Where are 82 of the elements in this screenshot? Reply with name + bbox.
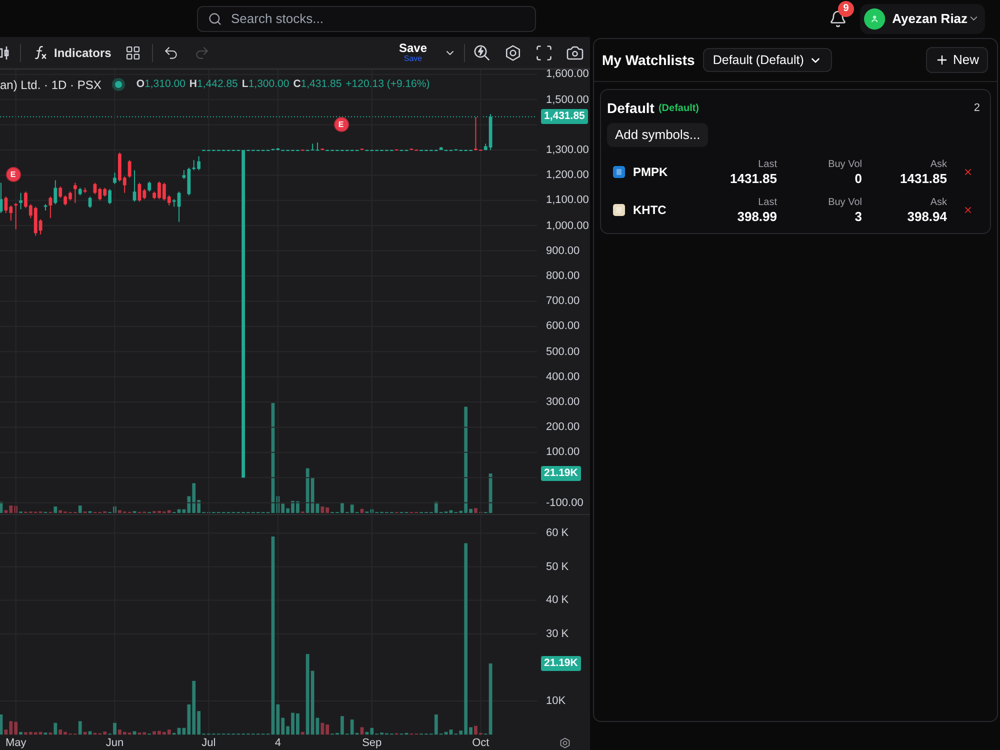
save-button[interactable]: Save Save xyxy=(398,42,427,63)
symbol-name[interactable]: KHTC xyxy=(633,201,666,220)
axis-label: 200.00 xyxy=(546,420,580,434)
search-icon xyxy=(208,12,222,26)
field-label: Last xyxy=(758,158,777,171)
last-price-label: 1,431.85 xyxy=(541,109,588,124)
price-change: +120.13 (+9.16%) xyxy=(346,76,430,92)
time-axis-label: Oct xyxy=(472,736,490,750)
time-axis-label: Jun xyxy=(106,736,124,750)
settings-icon[interactable] xyxy=(559,737,571,749)
axis-label: 1,600.00 xyxy=(546,67,589,82)
event-marker: E xyxy=(334,116,348,132)
time-axis-label: May xyxy=(5,736,26,750)
axis-label: 700.00 xyxy=(546,294,580,308)
new-button[interactable]: New xyxy=(926,47,988,73)
add-symbols-button[interactable]: Add symbols... xyxy=(607,123,708,147)
ohlc-value: L1,300.00 xyxy=(242,76,290,92)
axis-label: 60 K xyxy=(546,526,569,540)
camera-icon[interactable] xyxy=(566,44,584,62)
axis-label: 500.00 xyxy=(546,344,580,359)
company-logo-icon xyxy=(613,204,625,216)
field-value: 398.94 xyxy=(907,208,947,225)
axis-label: 1,500.00 xyxy=(546,92,589,107)
axis-label: 600.00 xyxy=(546,319,580,334)
axis-label: -100.00 xyxy=(546,496,584,510)
symbol-title: an) Ltd. · 1D · PSX xyxy=(0,76,102,94)
time-axis-label: 4 xyxy=(274,736,281,750)
user-menu-button[interactable]: Ayezan Riaz xyxy=(860,4,985,34)
default-tag: (Default) xyxy=(658,100,700,116)
field-label: Ask xyxy=(930,158,947,171)
undo-icon[interactable] xyxy=(163,44,180,60)
axis-label: 900.00 xyxy=(546,244,580,258)
field-label: Last xyxy=(758,196,777,209)
volume-label: 21.19K xyxy=(541,656,581,671)
watchlist-name: Default xyxy=(607,98,654,118)
axis-label: 100.00 xyxy=(546,445,580,460)
axis-label: 800.00 xyxy=(546,269,580,283)
event-marker: E xyxy=(6,166,20,182)
ohlc-value: C1,431.85 xyxy=(293,76,342,92)
company-logo-icon xyxy=(613,166,625,178)
field-label: Buy Vol xyxy=(828,158,862,171)
notification-badge: 9 xyxy=(838,0,854,16)
avatar-icon xyxy=(864,6,886,30)
fullscreen-icon[interactable] xyxy=(535,44,553,62)
axis-label: 1,100.00 xyxy=(546,193,589,208)
status-dot-icon xyxy=(112,78,126,91)
plus-icon xyxy=(934,53,949,67)
remove-icon[interactable] xyxy=(963,167,973,178)
time-axis-label: Sep xyxy=(362,736,382,750)
field-value: 3 xyxy=(854,208,862,225)
field-value: 0 xyxy=(854,170,862,187)
axis-label: 40 K xyxy=(546,593,569,608)
axis-label: 300.00 xyxy=(546,395,580,409)
axis-label: 1,000.00 xyxy=(546,218,589,233)
settings-icon[interactable] xyxy=(504,44,522,62)
watchlist-select[interactable]: Default (Default) xyxy=(702,48,832,72)
function-icon xyxy=(33,45,48,60)
magnifier-bolt-icon[interactable] xyxy=(473,44,491,62)
axis-label: 50 K xyxy=(546,560,569,574)
axis-label: 10K xyxy=(546,694,566,708)
symbol-name[interactable]: PMPK xyxy=(633,163,668,182)
time-axis-label: Jul xyxy=(202,736,216,750)
volume-label: 21.19K xyxy=(541,466,581,481)
remove-icon[interactable] xyxy=(963,205,973,216)
field-value: 1431.85 xyxy=(900,170,947,187)
search-field[interactable]: Search stocks... xyxy=(197,6,536,32)
symbol-count: 2 xyxy=(974,100,980,116)
axis-label: 400.00 xyxy=(546,370,580,384)
layout-grid-icon[interactable] xyxy=(125,44,142,60)
field-label: Ask xyxy=(930,196,947,209)
field-label: Buy Vol xyxy=(828,196,862,209)
field-value: 1431.85 xyxy=(730,170,777,187)
panel-title: My Watchlists xyxy=(602,50,695,70)
ohlc-value: O1,310.00 xyxy=(136,76,186,92)
bell-icon[interactable] xyxy=(829,10,847,28)
axis-label: 1,300.00 xyxy=(546,143,589,157)
indicators-button[interactable]: Indicators xyxy=(33,44,112,62)
axis-label: 30 K xyxy=(546,626,569,641)
candles-icon[interactable] xyxy=(0,44,9,60)
axis-label: 1,200.00 xyxy=(546,168,589,182)
field-value: 398.99 xyxy=(737,208,777,225)
ohlc-value: H1,442.85 xyxy=(189,76,238,92)
